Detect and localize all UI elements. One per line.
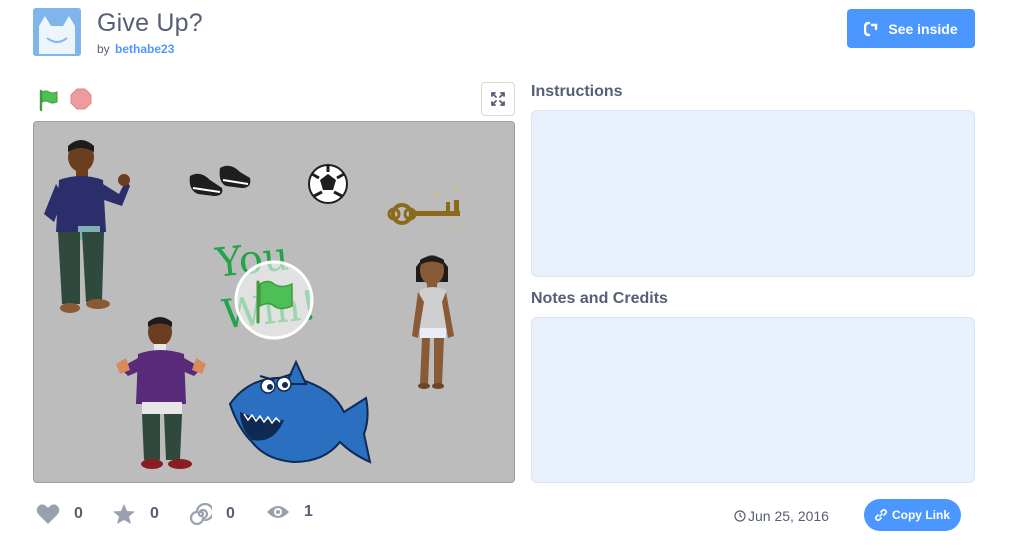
green-flag-icon — [39, 89, 58, 112]
share-date: Jun 25, 2016 — [734, 508, 829, 524]
green-flag-button[interactable] — [37, 88, 61, 112]
love-stat[interactable]: 0 — [36, 503, 83, 525]
notes-heading: Notes and Credits — [531, 290, 668, 307]
eye-icon — [267, 506, 289, 518]
views-count: 1 — [304, 503, 313, 520]
stop-icon — [70, 88, 92, 110]
by-prefix: by — [97, 42, 110, 56]
project-byline: by bethabe23 — [97, 42, 174, 56]
stop-button[interactable] — [70, 88, 92, 110]
heart-icon — [36, 504, 60, 524]
key-sprite — [387, 187, 460, 231]
favorite-count: 0 — [150, 505, 159, 522]
soccer-ball-sprite — [308, 164, 348, 204]
boy-shrugging-sprite — [116, 317, 206, 469]
link-icon — [874, 509, 887, 521]
see-inside-label: See inside — [888, 20, 958, 37]
notes-box — [531, 317, 975, 483]
instructions-box — [531, 110, 975, 277]
see-inside-button[interactable]: See inside — [847, 9, 975, 48]
share-date-text: Jun 25, 2016 — [748, 508, 829, 524]
fullscreen-button[interactable] — [481, 82, 515, 116]
remix-count: 0 — [226, 505, 235, 522]
star-icon — [113, 504, 135, 524]
cat-logo-icon — [33, 8, 81, 56]
project-page: Give Up? by bethabe23 See inside You Ins… — [0, 0, 1018, 547]
favorite-stat[interactable]: 0 — [112, 503, 159, 525]
project-stage[interactable]: You Win! — [33, 121, 515, 483]
views-stat: 1 — [266, 503, 313, 521]
remix-stat: 0 — [190, 503, 235, 525]
project-thumbnail — [33, 8, 81, 56]
fullscreen-icon — [491, 92, 505, 106]
start-overlay-flag-icon[interactable] — [234, 260, 314, 340]
shark-sprite — [228, 359, 372, 464]
author-link[interactable]: bethabe23 — [115, 42, 174, 56]
project-title: Give Up? — [97, 9, 203, 37]
clock-icon — [734, 510, 746, 522]
instructions-heading: Instructions — [531, 83, 623, 100]
stage-canvas: You Win! — [44, 140, 460, 469]
boy-waving-sprite — [44, 140, 130, 313]
girl-sprite — [412, 255, 454, 389]
shoes-sprite — [189, 165, 251, 196]
remix-icon — [864, 21, 878, 36]
spiral-remix-icon — [190, 503, 212, 525]
love-count: 0 — [74, 505, 83, 522]
copy-link-button[interactable]: Copy Link — [864, 499, 961, 531]
copy-link-label: Copy Link — [891, 508, 950, 522]
